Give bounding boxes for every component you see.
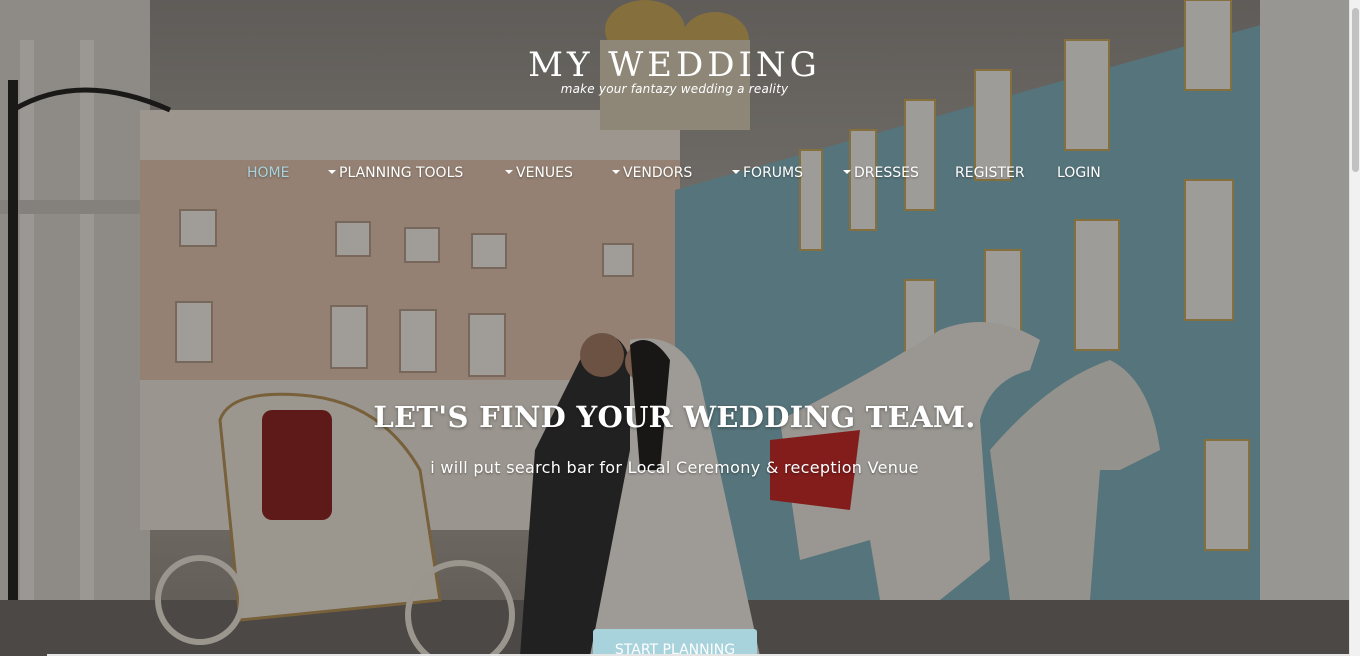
brand: MY WEDDING make your fantazy wedding a r… bbox=[0, 44, 1349, 96]
nav-item-login[interactable]: LOGIN bbox=[1057, 163, 1101, 183]
nav-item-home[interactable]: HOME bbox=[247, 163, 289, 183]
nav-item-label: FORUMS bbox=[743, 165, 804, 181]
caret-down-icon bbox=[843, 170, 851, 174]
main-nav: HOME PLANNING TOOLS VENUES VENDORS FORUM… bbox=[0, 163, 1349, 185]
nav-item-label: HOME bbox=[247, 165, 290, 181]
nav-item-venues[interactable]: VENUES bbox=[505, 163, 573, 183]
nav-item-label: VENUES bbox=[516, 165, 573, 181]
caret-down-icon bbox=[328, 170, 336, 174]
scrollbar-thumb[interactable] bbox=[1352, 8, 1359, 172]
nav-item-label: VENDORS bbox=[623, 165, 693, 181]
caret-down-icon bbox=[612, 170, 620, 174]
caret-down-icon bbox=[505, 170, 513, 174]
nav-item-register[interactable]: REGISTER bbox=[955, 163, 1025, 183]
nav-item-dresses[interactable]: DRESSES bbox=[843, 163, 919, 183]
site-logo-title[interactable]: MY WEDDING bbox=[0, 44, 1349, 86]
nav-item-planning-tools[interactable]: PLANNING TOOLS bbox=[328, 163, 463, 183]
vertical-scrollbar[interactable] bbox=[1349, 0, 1360, 656]
nav-item-vendors[interactable]: VENDORS bbox=[612, 163, 692, 183]
nav-item-label: LOGIN bbox=[1057, 165, 1101, 181]
nav-item-label: DRESSES bbox=[854, 165, 919, 181]
nav-item-forums[interactable]: FORUMS bbox=[732, 163, 803, 183]
caret-down-icon bbox=[732, 170, 740, 174]
hero-background bbox=[0, 0, 1349, 656]
hero-headline: LET'S FIND YOUR WEDDING TEAM. bbox=[373, 400, 976, 434]
start-planning-button[interactable]: START PLANNING bbox=[593, 629, 757, 656]
site-tagline: make your fantazy wedding a reality bbox=[560, 82, 789, 96]
nav-item-label: PLANNING TOOLS bbox=[339, 165, 464, 181]
nav-item-label: REGISTER bbox=[955, 165, 1025, 181]
hero-subline: i will put search bar for Local Ceremony… bbox=[430, 458, 919, 477]
